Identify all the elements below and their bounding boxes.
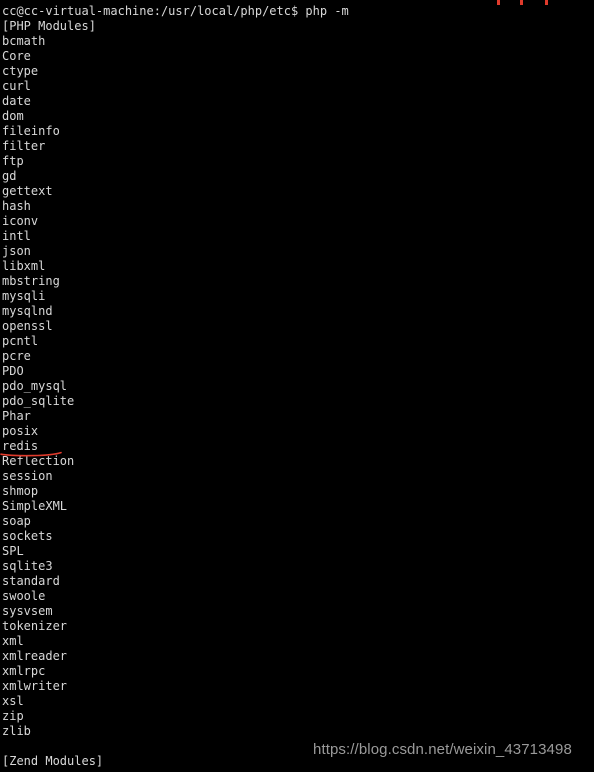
module-line: openssl <box>2 319 53 333</box>
module-line: hash <box>2 199 31 213</box>
module-line: xmlreader <box>2 649 68 663</box>
module-line: xmlwriter <box>2 679 68 693</box>
module-line: zlib <box>2 724 31 738</box>
module-line: curl <box>2 79 31 93</box>
module-line: Core <box>2 49 31 63</box>
php-modules-header: [PHP Modules] <box>2 19 96 33</box>
module-line: gettext <box>2 184 53 198</box>
module-line: SimpleXML <box>2 499 68 513</box>
module-line: ctype <box>2 64 39 78</box>
module-line: dom <box>2 109 24 123</box>
module-line: xsl <box>2 694 24 708</box>
module-line: Phar <box>2 409 31 423</box>
module-line: ftp <box>2 154 24 168</box>
module-line: shmop <box>2 484 39 498</box>
module-line: Reflection <box>2 454 75 468</box>
terminal-output[interactable]: cc@cc-virtual-machine:/usr/local/php/etc… <box>2 4 592 769</box>
module-line: pcntl <box>2 334 39 348</box>
module-line: pdo_sqlite <box>2 394 75 408</box>
module-line: mysqli <box>2 289 46 303</box>
module-line: bcmath <box>2 34 46 48</box>
module-line-redis: redis <box>2 439 39 453</box>
module-line: pcre <box>2 349 31 363</box>
module-line: posix <box>2 424 39 438</box>
module-line: swoole <box>2 589 46 603</box>
module-line: xmlrpc <box>2 664 46 678</box>
module-line: sqlite3 <box>2 559 53 573</box>
csdn-watermark: https://blog.csdn.net/weixin_43713498 <box>313 741 572 758</box>
module-line: SPL <box>2 544 24 558</box>
module-line: xml <box>2 634 24 648</box>
module-line: date <box>2 94 31 108</box>
module-line: gd <box>2 169 17 183</box>
module-line: mysqlnd <box>2 304 53 318</box>
module-line: pdo_mysql <box>2 379 68 393</box>
module-line: PDO <box>2 364 24 378</box>
module-line: iconv <box>2 214 39 228</box>
shell-prompt-line: cc@cc-virtual-machine:/usr/local/php/etc… <box>2 4 349 18</box>
module-line: tokenizer <box>2 619 68 633</box>
module-line: intl <box>2 229 31 243</box>
module-line: standard <box>2 574 60 588</box>
module-line: soap <box>2 514 31 528</box>
module-line: json <box>2 244 31 258</box>
module-line: mbstring <box>2 274 60 288</box>
module-line: session <box>2 469 53 483</box>
module-line: fileinfo <box>2 124 60 138</box>
module-line: filter <box>2 139 46 153</box>
module-line: sockets <box>2 529 53 543</box>
module-line: libxml <box>2 259 46 273</box>
module-line: zip <box>2 709 24 723</box>
terminal-window[interactable]: cc@cc-virtual-machine:/usr/local/php/etc… <box>0 0 594 772</box>
module-line: sysvsem <box>2 604 53 618</box>
